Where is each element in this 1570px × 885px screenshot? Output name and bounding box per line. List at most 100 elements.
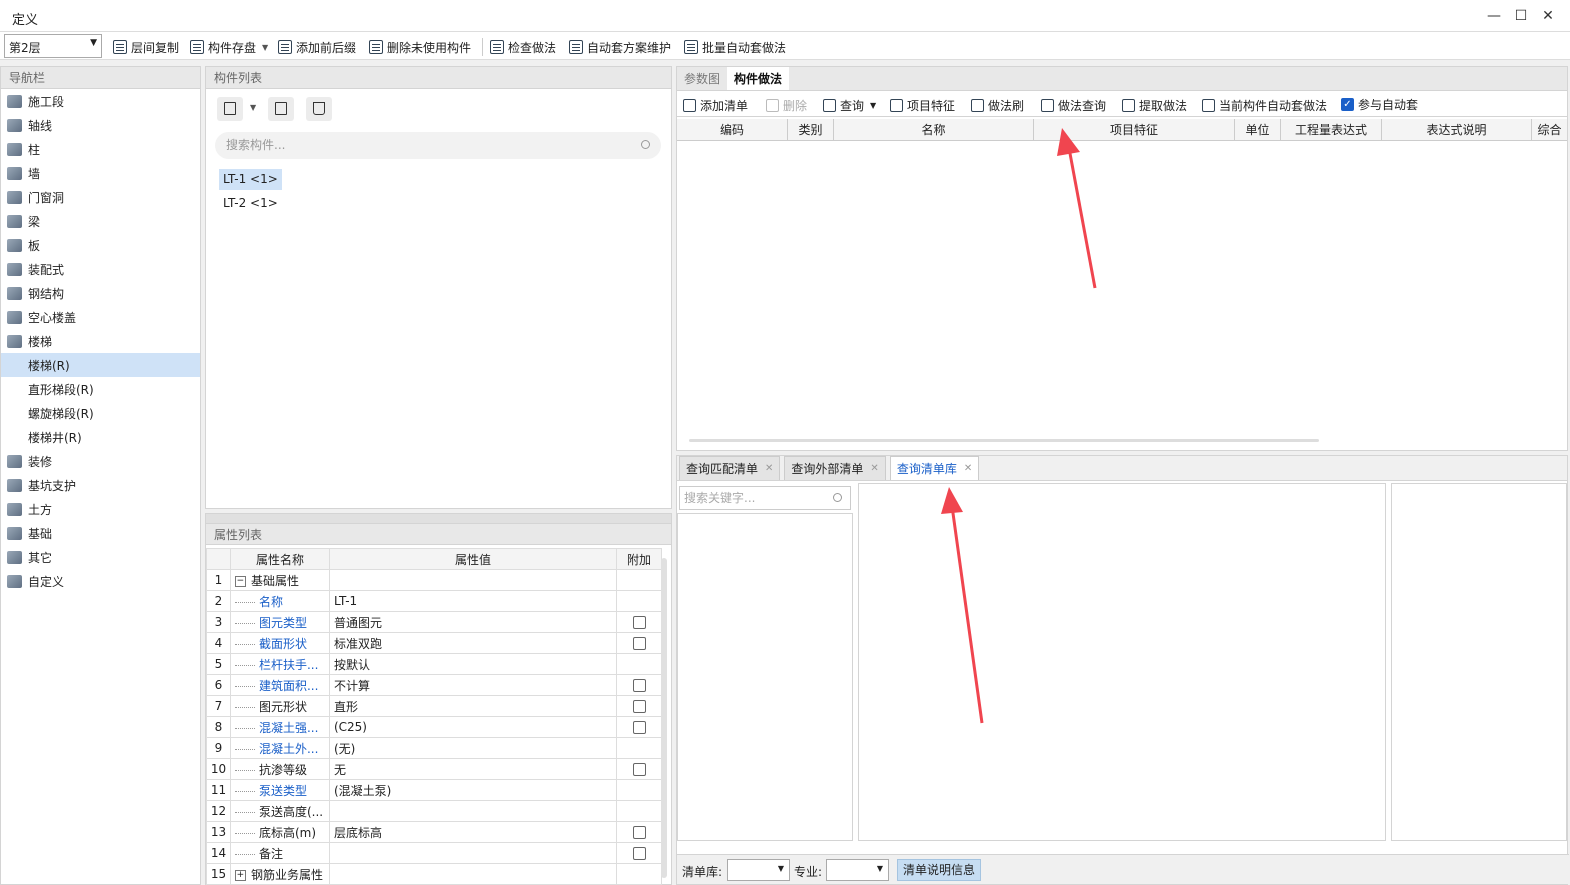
table-row[interactable]: 10 抗渗等级 无 — [206, 758, 662, 780]
copy-between-floors-button[interactable]: 层间复制 — [113, 38, 179, 56]
sidebar-item[interactable]: 墙 — [1, 161, 200, 185]
sidebar-item[interactable]: 土方 — [1, 497, 200, 521]
auto-apply-checkbox[interactable]: ✓ 参与自动套 — [1341, 96, 1418, 113]
property-value[interactable]: 标准双跑 — [328, 632, 618, 654]
add-list-button[interactable]: 添加清单 — [683, 97, 748, 114]
splitter[interactable] — [206, 514, 671, 523]
table-row[interactable]: 1− 基础属性 — [206, 569, 662, 591]
table-row[interactable]: 7 图元形状 直形 — [206, 695, 662, 717]
attach-checkbox[interactable] — [632, 616, 646, 629]
query-button[interactable]: 查询 ▼ — [823, 97, 876, 114]
attach-checkbox[interactable] — [632, 847, 646, 860]
scrollbar[interactable] — [661, 558, 667, 878]
attach-checkbox[interactable] — [632, 700, 646, 713]
sidebar-item[interactable]: 楼梯井(R) — [1, 425, 200, 449]
table-row[interactable]: 8 混凝土强... (C25) — [206, 716, 662, 738]
sidebar-item[interactable]: 装配式 — [1, 257, 200, 281]
sidebar-item[interactable]: 其它 — [1, 545, 200, 569]
sidebar-item[interactable]: 螺旋梯段(R) — [1, 401, 200, 425]
table-row[interactable]: 14 备注 — [206, 842, 662, 864]
attach-checkbox[interactable] — [632, 721, 646, 734]
library-tree-pane[interactable] — [677, 513, 853, 841]
property-value[interactable]: (无) — [328, 737, 618, 759]
list-results-pane[interactable] — [858, 483, 1386, 841]
property-value[interactable] — [328, 842, 618, 864]
property-value[interactable]: LT-1 — [328, 590, 618, 612]
item-feature-button[interactable]: 项目特征 — [890, 97, 955, 114]
property-value[interactable]: 按默认 — [328, 653, 618, 675]
component-item[interactable]: LT-1 <1> — [219, 169, 282, 190]
check-method-button[interactable]: 检查做法 — [490, 38, 556, 56]
table-row[interactable]: 9 混凝土外... (无) — [206, 737, 662, 759]
chevron-down-icon[interactable]: ▼ — [250, 103, 256, 112]
collapse-icon[interactable]: − — [234, 575, 246, 587]
table-row[interactable]: 4 截面形状 标准双跑 — [206, 632, 662, 654]
component-search-input[interactable]: 搜索构件... — [215, 132, 661, 159]
table-row[interactable]: 6 建筑面积... 不计算 — [206, 674, 662, 696]
sidebar-item[interactable]: 板 — [1, 233, 200, 257]
table-row[interactable]: 13 底标高(m) 层底标高 — [206, 821, 662, 843]
table-row[interactable]: 3 图元类型 普通图元 — [206, 611, 662, 633]
sidebar-item[interactable]: 直形梯段(R) — [1, 377, 200, 401]
sidebar-item[interactable]: 自定义 — [1, 569, 200, 593]
method-query-button[interactable]: 做法查询 — [1041, 97, 1106, 114]
component-item[interactable]: LT-2 <1> — [219, 193, 282, 214]
auto-scheme-button[interactable]: 自动套方案维护 — [569, 38, 671, 56]
detail-pane[interactable] — [1391, 483, 1567, 841]
property-value[interactable]: 直形 — [328, 695, 618, 717]
list-info-button[interactable]: 清单说明信息 — [897, 859, 982, 881]
property-value[interactable] — [328, 800, 618, 822]
sidebar-item[interactable]: 柱 — [1, 137, 200, 161]
property-value[interactable] — [328, 863, 618, 885]
floor-select[interactable]: 第2层 ▼ — [4, 34, 102, 58]
table-row[interactable]: 5 栏杆扶手... 按默认 — [206, 653, 662, 675]
tab-query-library[interactable]: 查询清单库 ✕ — [889, 456, 980, 481]
copy-component-button[interactable] — [268, 97, 294, 121]
delete-unused-button[interactable]: 删除未使用构件 — [369, 38, 471, 56]
sidebar-item[interactable]: 轴线 — [1, 113, 200, 137]
horizontal-scrollbar[interactable] — [689, 439, 1319, 442]
attach-checkbox[interactable] — [632, 826, 646, 839]
add-prefix-suffix-button[interactable]: 添加前后缀 — [278, 38, 356, 56]
close-icon[interactable]: ✕ — [870, 457, 878, 481]
maximize-button[interactable]: ☐ — [1511, 6, 1531, 26]
sidebar-item[interactable]: 楼梯(R) — [1, 353, 200, 377]
table-row[interactable]: 12 泵送高度(... — [206, 800, 662, 822]
delete-button[interactable]: 删除 — [766, 97, 807, 114]
property-value[interactable]: 不计算 — [328, 674, 618, 696]
library-select[interactable]: ▼ — [727, 859, 790, 881]
sidebar-item[interactable]: 楼梯 — [1, 329, 200, 353]
sidebar-item[interactable]: 钢结构 — [1, 281, 200, 305]
tab-parameter-diagram[interactable]: 参数图 — [677, 67, 727, 90]
property-value[interactable]: 普通图元 — [328, 611, 618, 633]
sidebar-item[interactable]: 施工段 — [1, 89, 200, 113]
save-component-button[interactable]: 构件存盘 ▼ — [190, 38, 268, 56]
property-value[interactable]: 无 — [328, 758, 618, 780]
tab-query-matching[interactable]: 查询匹配清单 ✕ — [679, 456, 781, 480]
new-component-button[interactable] — [217, 97, 243, 121]
sidebar-item[interactable]: 门窗洞 — [1, 185, 200, 209]
property-value[interactable]: 层底标高 — [328, 821, 618, 843]
table-row[interactable]: 15 + 钢筋业务属性 — [206, 863, 662, 885]
attach-checkbox[interactable] — [632, 763, 646, 776]
current-auto-method-button[interactable]: 当前构件自动套做法 — [1202, 97, 1327, 114]
attach-checkbox[interactable] — [632, 637, 646, 650]
close-button[interactable]: ✕ — [1538, 6, 1558, 26]
expand-icon[interactable]: + — [234, 869, 246, 881]
sidebar-item[interactable]: 空心楼盖 — [1, 305, 200, 329]
close-icon[interactable]: ✕ — [964, 457, 972, 481]
sidebar-item[interactable]: 梁 — [1, 209, 200, 233]
delete-component-button[interactable] — [306, 97, 332, 121]
tab-component-method[interactable]: 构件做法 — [727, 67, 790, 90]
tab-query-external[interactable]: 查询外部清单 ✕ — [784, 456, 886, 481]
batch-auto-button[interactable]: 批量自动套做法 — [684, 38, 786, 56]
property-value[interactable]: (混凝土泵) — [328, 779, 618, 801]
property-value[interactable] — [328, 569, 618, 591]
sidebar-item[interactable]: 基础 — [1, 521, 200, 545]
sidebar-item[interactable]: 装修 — [1, 449, 200, 473]
attach-checkbox[interactable] — [632, 679, 646, 692]
method-brush-button[interactable]: 做法刷 — [971, 97, 1024, 114]
property-value[interactable]: (C25) — [328, 716, 618, 738]
table-row[interactable]: 11 泵送类型 (混凝土泵) — [206, 779, 662, 801]
sidebar-item[interactable]: 基坑支护 — [1, 473, 200, 497]
